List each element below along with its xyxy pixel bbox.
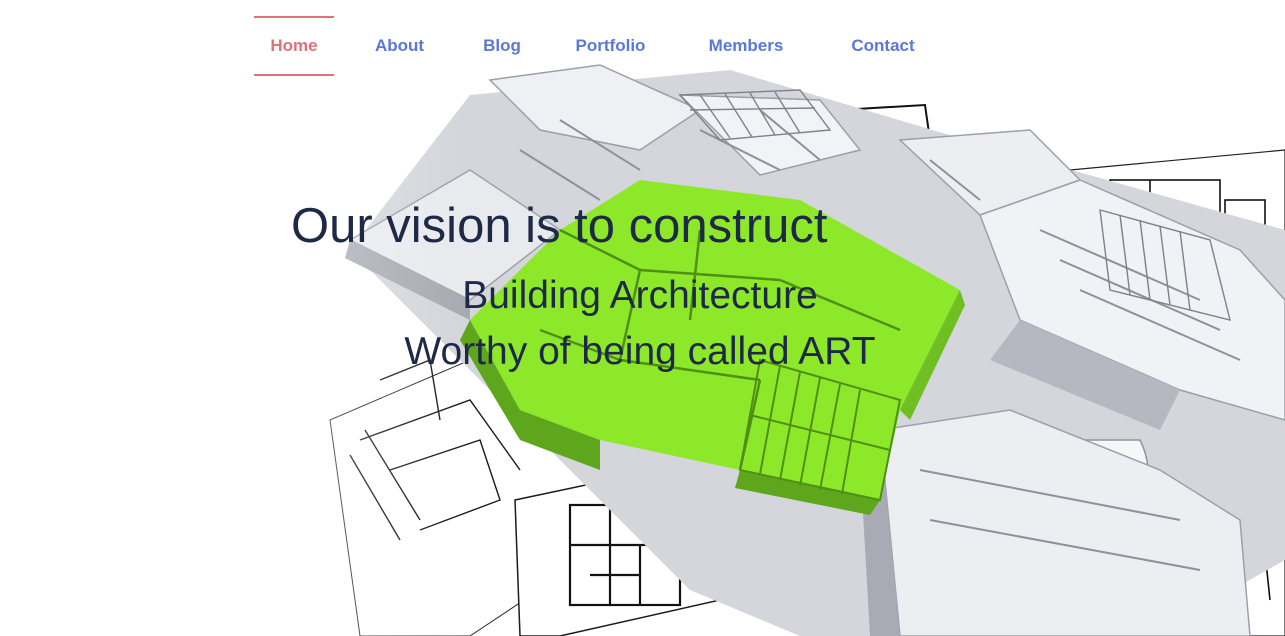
hero-subtitle-line2: Worthy of being called ART — [404, 330, 876, 373]
main-nav: Home About Blog Portfolio Members Contac… — [254, 16, 918, 76]
nav-item-blog[interactable]: Blog — [477, 16, 527, 76]
hero-title: Our vision is to construct — [291, 199, 828, 253]
nav-item-portfolio[interactable]: Portfolio — [573, 16, 648, 76]
page: Home About Blog Portfolio Members Contac… — [0, 0, 1285, 636]
nav-item-about[interactable]: About — [366, 16, 433, 76]
nav-item-home[interactable]: Home — [254, 16, 334, 76]
nav-item-contact[interactable]: Contact — [848, 16, 918, 76]
nav-item-members[interactable]: Members — [706, 16, 786, 76]
hero-subtitle-line1: Building Architecture — [462, 274, 818, 317]
